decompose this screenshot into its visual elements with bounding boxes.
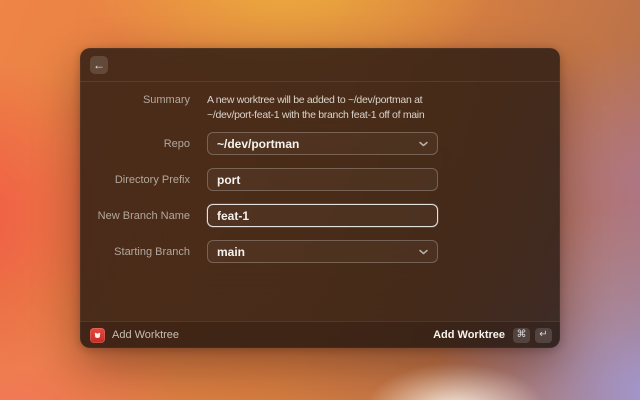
- dialog-titlebar: ←: [80, 48, 560, 82]
- footer-app-title: Add Worktree: [112, 329, 179, 341]
- directory-prefix-row: Directory Prefix: [80, 168, 560, 191]
- chevron-down-icon: [419, 249, 428, 255]
- add-worktree-button[interactable]: Add Worktree ⌘ ↵: [433, 328, 552, 343]
- starting-branch-select-value: main: [217, 245, 245, 259]
- directory-prefix-label: Directory Prefix: [80, 173, 190, 186]
- summary-label: Summary: [80, 93, 190, 106]
- starting-branch-label: Starting Branch: [80, 245, 190, 258]
- back-button[interactable]: ←: [90, 56, 108, 74]
- repo-select[interactable]: ~/dev/portman: [207, 132, 438, 155]
- repo-row: Repo ~/dev/portman: [80, 132, 560, 155]
- chevron-down-icon: [419, 141, 428, 147]
- add-worktree-button-label: Add Worktree: [433, 329, 505, 341]
- new-branch-label: New Branch Name: [80, 209, 190, 222]
- summary-row: Summary A new worktree will be added to …: [80, 93, 560, 123]
- worktree-form: Summary A new worktree will be added to …: [80, 82, 560, 263]
- return-key-icon: ↵: [535, 328, 552, 343]
- new-branch-input[interactable]: [207, 204, 438, 227]
- directory-prefix-input[interactable]: [207, 168, 438, 191]
- back-arrow-icon: ←: [93, 59, 105, 71]
- new-branch-row: New Branch Name: [80, 204, 560, 227]
- app-icon: [90, 328, 105, 343]
- repo-label: Repo: [80, 137, 190, 150]
- add-worktree-dialog: ← Summary A new worktree will be added t…: [80, 48, 560, 348]
- repo-select-value: ~/dev/portman: [217, 137, 299, 151]
- dialog-footer: Add Worktree Add Worktree ⌘ ↵: [80, 321, 560, 348]
- starting-branch-select[interactable]: main: [207, 240, 438, 263]
- summary-text: A new worktree will be added to ~/dev/po…: [207, 93, 438, 123]
- command-key-icon: ⌘: [513, 328, 530, 343]
- starting-branch-row: Starting Branch main: [80, 240, 560, 263]
